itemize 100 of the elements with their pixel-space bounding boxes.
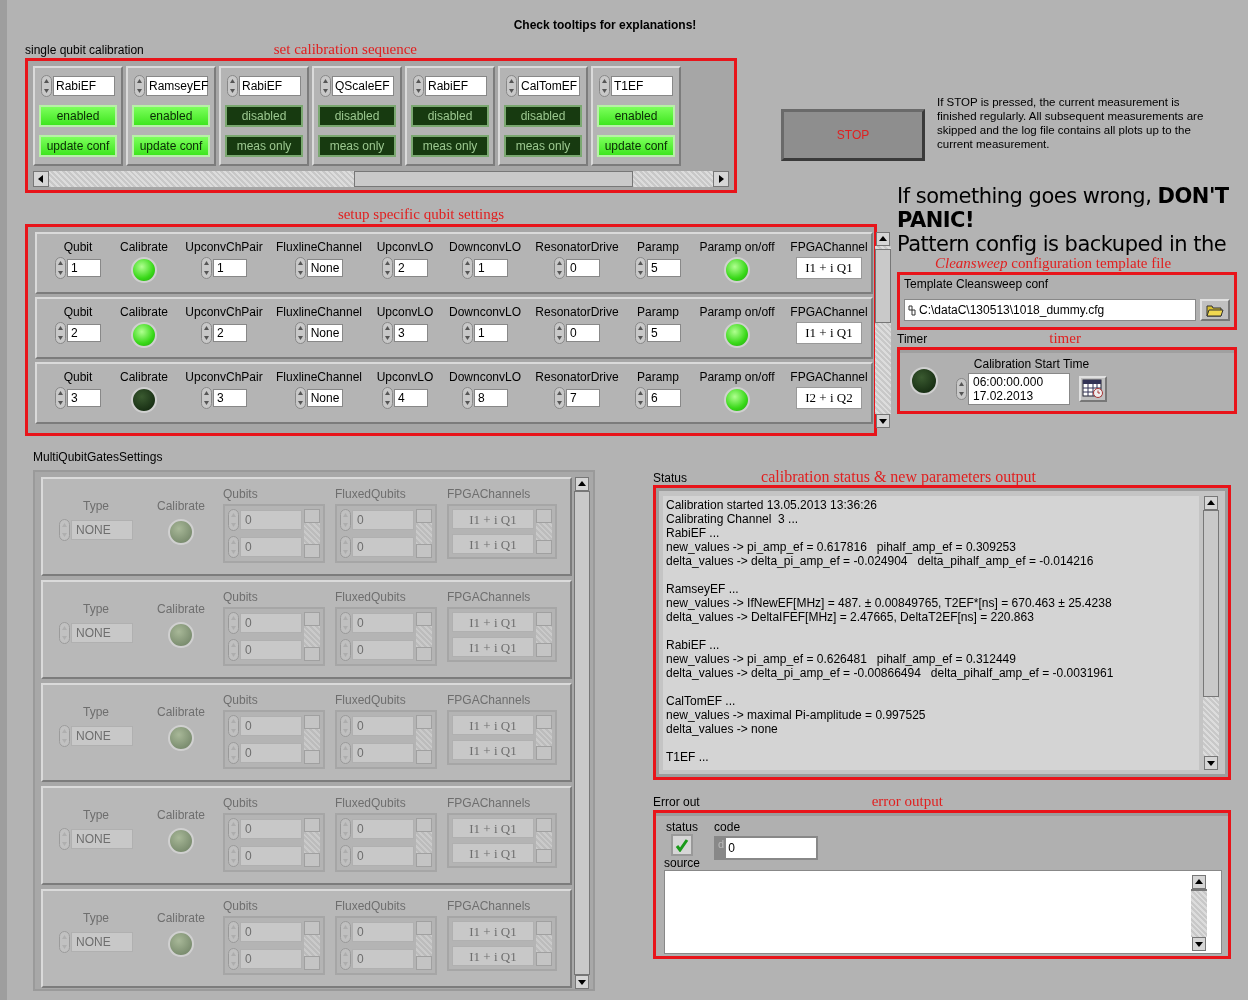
spin-buttons[interactable] (41, 75, 52, 97)
spin-buttons[interactable] (554, 322, 565, 344)
spin-buttons[interactable] (55, 257, 66, 279)
numeric-field[interactable]: 6 (647, 389, 681, 407)
spin-buttons[interactable] (956, 378, 967, 400)
scroll-up-button[interactable] (1204, 496, 1218, 510)
spin-buttons[interactable] (635, 387, 646, 409)
numeric-field[interactable]: 2 (67, 324, 101, 342)
scroll-right-button[interactable] (713, 171, 729, 187)
spin-buttons[interactable] (635, 257, 646, 279)
browse-button[interactable] (1200, 299, 1230, 321)
enable-toggle[interactable]: disabled (411, 105, 489, 127)
scroll-thumb[interactable] (1203, 510, 1219, 697)
mode-toggle[interactable]: update conf (597, 135, 675, 157)
horizontal-scrollbar[interactable] (33, 171, 729, 187)
numeric-field[interactable]: 3 (213, 389, 247, 407)
enable-toggle[interactable]: disabled (504, 105, 582, 127)
enable-toggle[interactable]: enabled (39, 105, 117, 127)
spin-buttons[interactable] (294, 257, 306, 279)
enable-toggle[interactable]: disabled (225, 105, 303, 127)
scroll-thumb[interactable] (875, 249, 891, 324)
numeric-field[interactable]: 0 (566, 324, 600, 342)
step-name-field[interactable]: RabiEF (53, 76, 115, 96)
vertical-scrollbar[interactable] (1203, 496, 1219, 770)
step-name-field[interactable]: RabiEF (425, 76, 487, 96)
calendar-button[interactable] (1079, 376, 1107, 402)
numeric-field[interactable]: 1 (213, 259, 247, 277)
spin-buttons[interactable] (462, 322, 473, 344)
enable-toggle[interactable]: enabled (597, 105, 675, 127)
numeric-field[interactable]: 7 (566, 389, 600, 407)
spin-buttons[interactable] (506, 75, 517, 97)
mode-toggle[interactable]: meas only (318, 135, 396, 157)
numeric-field[interactable]: 5 (647, 259, 681, 277)
spin-buttons[interactable] (413, 75, 424, 97)
timestamp-field[interactable]: 06:00:00.000 17.02.2013 (968, 373, 1070, 405)
scroll-down-button[interactable] (876, 414, 890, 428)
spin-buttons[interactable] (294, 387, 306, 409)
step-name-field[interactable]: T1EF (611, 76, 673, 96)
scroll-thumb[interactable] (1191, 889, 1207, 891)
spin-buttons[interactable] (201, 322, 212, 344)
spin-buttons[interactable] (382, 257, 393, 279)
numeric-field[interactable]: None (306, 259, 344, 277)
numeric-field[interactable]: 2 (394, 259, 428, 277)
scroll-up-button[interactable] (1192, 875, 1206, 889)
spin-buttons[interactable] (382, 322, 393, 344)
spin-buttons[interactable] (294, 322, 306, 344)
spin-buttons[interactable] (462, 257, 473, 279)
scroll-down-button[interactable] (575, 975, 589, 989)
vertical-scrollbar[interactable] (875, 232, 891, 428)
field-label: FPGAChannel (790, 305, 868, 319)
spin-buttons[interactable] (554, 387, 565, 409)
numeric-field[interactable]: 3 (67, 389, 101, 407)
spin-buttons[interactable] (201, 257, 212, 279)
spin-buttons[interactable] (382, 387, 393, 409)
enable-toggle[interactable]: disabled (318, 105, 396, 127)
numeric-field[interactable]: 0 (566, 259, 600, 277)
spin-buttons[interactable] (554, 257, 565, 279)
scroll-up-button[interactable] (575, 477, 589, 491)
spin-buttons[interactable] (635, 322, 646, 344)
mode-toggle[interactable]: meas only (504, 135, 582, 157)
step-name-field[interactable]: RamseyEF (146, 76, 208, 96)
spin-buttons[interactable] (134, 75, 145, 97)
path-field[interactable]: C:\dataC\130513\1018_dummy.cfg (904, 299, 1196, 321)
numeric-field[interactable]: None (306, 389, 344, 407)
mode-toggle[interactable]: meas only (411, 135, 489, 157)
scroll-left-button[interactable] (33, 171, 49, 187)
mode-toggle[interactable]: meas only (225, 135, 303, 157)
numeric-field[interactable]: 8 (474, 389, 508, 407)
numeric-field[interactable]: 1 (474, 324, 508, 342)
spin-buttons[interactable] (201, 387, 212, 409)
numeric-field[interactable]: 1 (474, 259, 508, 277)
spin-buttons[interactable] (320, 75, 331, 97)
field-label: FPGAChannels (447, 693, 531, 707)
step-name-field[interactable]: RabiEF (239, 76, 301, 96)
led-indicator[interactable] (131, 387, 157, 413)
numeric-field[interactable]: 4 (394, 389, 428, 407)
spin-buttons[interactable] (55, 322, 66, 344)
vertical-scrollbar[interactable] (1191, 875, 1207, 951)
spin-buttons[interactable] (227, 75, 238, 97)
scroll-up-button[interactable] (876, 232, 890, 246)
step-name-field[interactable]: QScaleEF (332, 76, 394, 96)
numeric-field[interactable]: 5 (647, 324, 681, 342)
scroll-thumb[interactable] (354, 171, 634, 187)
step-name-field[interactable]: CalTomEF (518, 76, 580, 96)
numeric-field[interactable]: 2 (213, 324, 247, 342)
channel-display: I1 + i Q1 (452, 612, 534, 632)
enable-toggle[interactable]: enabled (132, 105, 210, 127)
spin-buttons[interactable] (599, 75, 610, 97)
numeric-field[interactable]: None (306, 324, 344, 342)
mode-toggle[interactable]: update conf (132, 135, 210, 157)
spin-buttons[interactable] (462, 387, 473, 409)
warning-text: If something goes wrong, DON'T PANIC! (897, 184, 1230, 232)
mode-toggle[interactable]: update conf (39, 135, 117, 157)
scroll-down-button[interactable] (1204, 756, 1218, 770)
field-label: Calibrate (120, 240, 168, 254)
numeric-field[interactable]: 3 (394, 324, 428, 342)
scroll-down-button[interactable] (1192, 937, 1206, 951)
annotation-text: setup specific qubit settings (336, 206, 506, 224)
spin-buttons[interactable] (55, 387, 66, 409)
numeric-field[interactable]: 1 (67, 259, 101, 277)
